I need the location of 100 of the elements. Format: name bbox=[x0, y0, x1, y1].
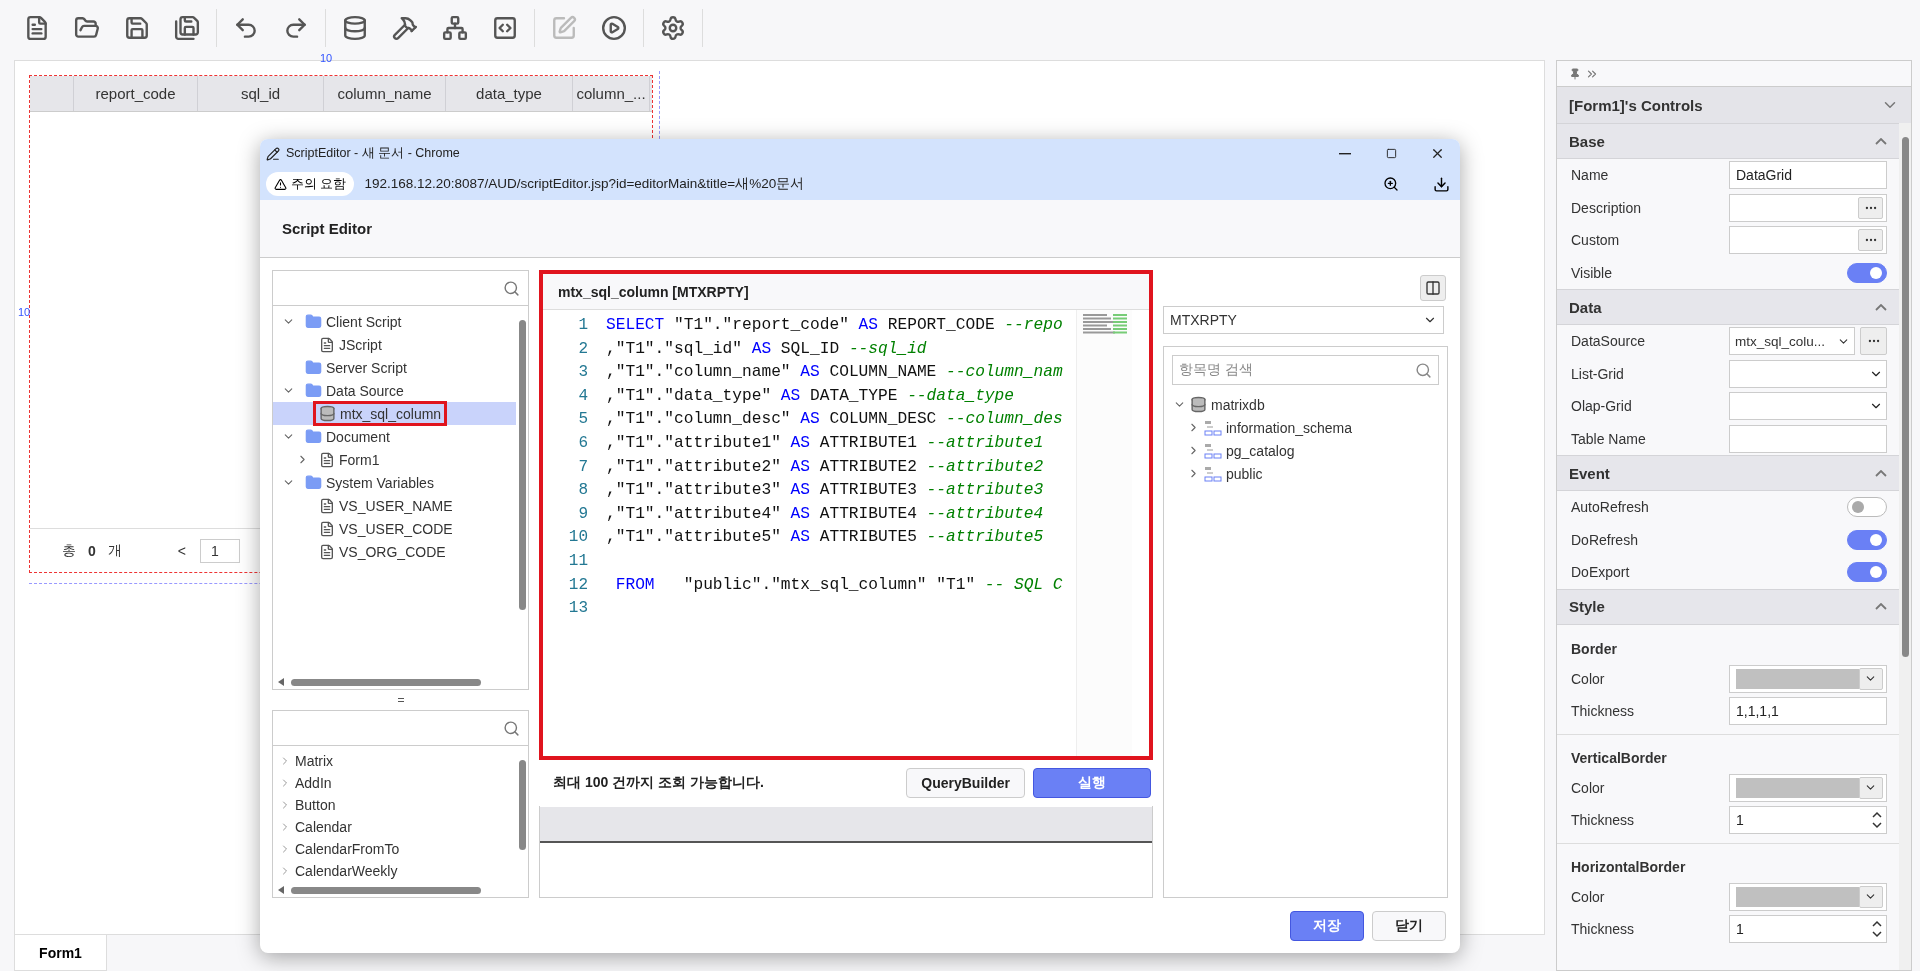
code-editor[interactable] bbox=[539, 270, 1153, 761]
row-count: 0 bbox=[88, 542, 96, 559]
folder-icon bbox=[305, 359, 322, 376]
toggle-switch[interactable] bbox=[1847, 497, 1887, 518]
line-number: 5 bbox=[577, 409, 589, 431]
tree-item[interactable]: VS_USER_NAME bbox=[273, 494, 516, 517]
tree-item[interactable]: Document bbox=[273, 425, 516, 448]
tab[interactable]: Form1 bbox=[14, 935, 107, 971]
folder-icon bbox=[305, 382, 322, 399]
tree-item[interactable]: Calendar bbox=[273, 816, 516, 838]
spinner-icon[interactable] bbox=[1871, 810, 1883, 831]
download-icon[interactable] bbox=[1433, 175, 1450, 193]
toggle-switch[interactable] bbox=[1847, 529, 1887, 550]
number-field[interactable]: 1 bbox=[1729, 806, 1887, 835]
tree-item[interactable]: CalendarWeekly bbox=[273, 860, 516, 882]
code-line: ,"T1"."attribute5" AS ATTRIBUTE5 --attribute5 bbox=[606, 527, 1045, 549]
dropdown-button[interactable] bbox=[1858, 667, 1883, 690]
dropdown-button[interactable] bbox=[1858, 885, 1883, 908]
tree-item[interactable]: Client Script bbox=[273, 310, 516, 333]
text-field[interactable]: DataGrid bbox=[1729, 161, 1887, 190]
property-label: Thickness bbox=[1571, 703, 1635, 720]
schema-icon bbox=[1204, 419, 1222, 436]
tree-item[interactable]: System Variables bbox=[273, 471, 516, 494]
property-label: Description bbox=[1571, 199, 1642, 216]
play-icon bbox=[601, 14, 627, 41]
number-field[interactable]: 1 bbox=[1729, 915, 1887, 944]
tree-item[interactable]: Server Script bbox=[273, 356, 516, 379]
color-picker[interactable] bbox=[1729, 773, 1887, 802]
line-number: 6 bbox=[577, 432, 589, 454]
property-label: Table Name bbox=[1571, 430, 1646, 447]
tree-item[interactable]: VS_USER_CODE bbox=[273, 517, 516, 540]
previous-page-button[interactable]: < bbox=[177, 542, 186, 559]
tree-label: Data Source bbox=[326, 382, 404, 399]
total-label: 총 bbox=[62, 541, 76, 560]
text-field[interactable]: 1,1,1,1 bbox=[1729, 697, 1887, 726]
window-title: ScriptEditor - 새 문서 - Chrome bbox=[286, 145, 460, 162]
split-view-button[interactable] bbox=[1420, 275, 1446, 301]
tree-item[interactable]: Matrix bbox=[273, 750, 516, 772]
tree-item[interactable]: Button bbox=[273, 794, 516, 816]
tree-label: CalendarWeekly bbox=[295, 863, 398, 879]
folder-icon bbox=[305, 313, 322, 330]
column-header: column_... bbox=[573, 76, 650, 111]
color-picker[interactable] bbox=[1729, 882, 1887, 911]
ruler-mark: 10 bbox=[320, 52, 333, 64]
line-number: 13 bbox=[567, 598, 589, 620]
section-header[interactable]: Data bbox=[1557, 289, 1899, 325]
close-button[interactable]: 닫기 bbox=[1372, 910, 1446, 941]
color-picker[interactable] bbox=[1729, 664, 1887, 693]
line-number: 2 bbox=[577, 338, 589, 360]
tree-item[interactable]: pg_catalog bbox=[1172, 439, 1439, 462]
text-field[interactable] bbox=[1729, 193, 1887, 222]
hierarchy-icon bbox=[442, 14, 468, 41]
property-label: DoExport bbox=[1571, 564, 1630, 581]
toggle-switch[interactable] bbox=[1847, 262, 1887, 283]
tree-item[interactable]: Data Source bbox=[273, 379, 516, 402]
file-icon bbox=[319, 543, 335, 560]
tree-item[interactable]: Form1 bbox=[273, 448, 516, 471]
scrollbar[interactable] bbox=[1899, 123, 1911, 970]
pin-icon[interactable] bbox=[1569, 67, 1581, 80]
tree-item[interactable]: AddIn bbox=[273, 772, 516, 794]
more-button[interactable] bbox=[1858, 229, 1883, 252]
search-icon bbox=[503, 719, 520, 737]
dropdown[interactable]: MTXRPTY bbox=[1163, 306, 1444, 334]
security-badge[interactable]: 주의 요함 bbox=[266, 172, 355, 196]
dropdown[interactable]: mtx_sql_colu... bbox=[1729, 327, 1855, 356]
property-label: Color bbox=[1571, 779, 1605, 796]
tree-item[interactable]: information_schema bbox=[1172, 416, 1439, 439]
chevron-up-icon bbox=[1875, 603, 1887, 610]
search-field[interactable]: 항목명 검색 bbox=[1172, 355, 1439, 385]
schema-icon bbox=[1204, 465, 1222, 482]
maximize-icon bbox=[1385, 148, 1397, 159]
more-button[interactable] bbox=[1858, 196, 1883, 219]
tree-item[interactable]: mtx_sql_column bbox=[273, 402, 516, 425]
scroll-left-icon[interactable] bbox=[277, 678, 285, 686]
scroll-left-icon[interactable] bbox=[277, 886, 285, 894]
tree-item[interactable]: JScript bbox=[273, 333, 516, 356]
tree-item[interactable]: CalendarFromTo bbox=[273, 838, 516, 860]
zoom-icon[interactable] bbox=[1383, 176, 1399, 192]
dropdown-button[interactable] bbox=[1858, 776, 1883, 799]
code-line: ,"T1"."attribute2" AS ATTRIBUTE2 --attribute2 bbox=[606, 456, 1045, 478]
toggle-switch[interactable] bbox=[1847, 562, 1887, 583]
dialog-title: Script Editor bbox=[282, 220, 372, 237]
text-field[interactable] bbox=[1729, 226, 1887, 255]
schema-icon bbox=[1204, 442, 1222, 459]
section-title: Style bbox=[1569, 598, 1605, 615]
line-number: 12 bbox=[567, 574, 589, 596]
page-field[interactable]: 1 bbox=[200, 538, 240, 563]
tree-label: Form1 bbox=[339, 451, 380, 468]
section-header[interactable]: Base bbox=[1557, 123, 1899, 159]
spinner-icon[interactable] bbox=[1871, 919, 1883, 940]
folder-icon bbox=[74, 14, 100, 41]
tree-label: Calendar bbox=[295, 819, 352, 835]
query-builder-button[interactable]: QueryBuilder bbox=[906, 768, 1025, 799]
tree-item[interactable]: VS_ORG_CODE bbox=[273, 540, 516, 563]
text-field[interactable] bbox=[1729, 424, 1887, 453]
tree-item[interactable]: matrixdb bbox=[1172, 393, 1439, 416]
tree-item[interactable]: public bbox=[1172, 462, 1439, 485]
tree-label: VS_ORG_CODE bbox=[339, 543, 446, 560]
section-header[interactable]: Event bbox=[1557, 455, 1899, 491]
section-header[interactable]: Style bbox=[1557, 588, 1899, 625]
